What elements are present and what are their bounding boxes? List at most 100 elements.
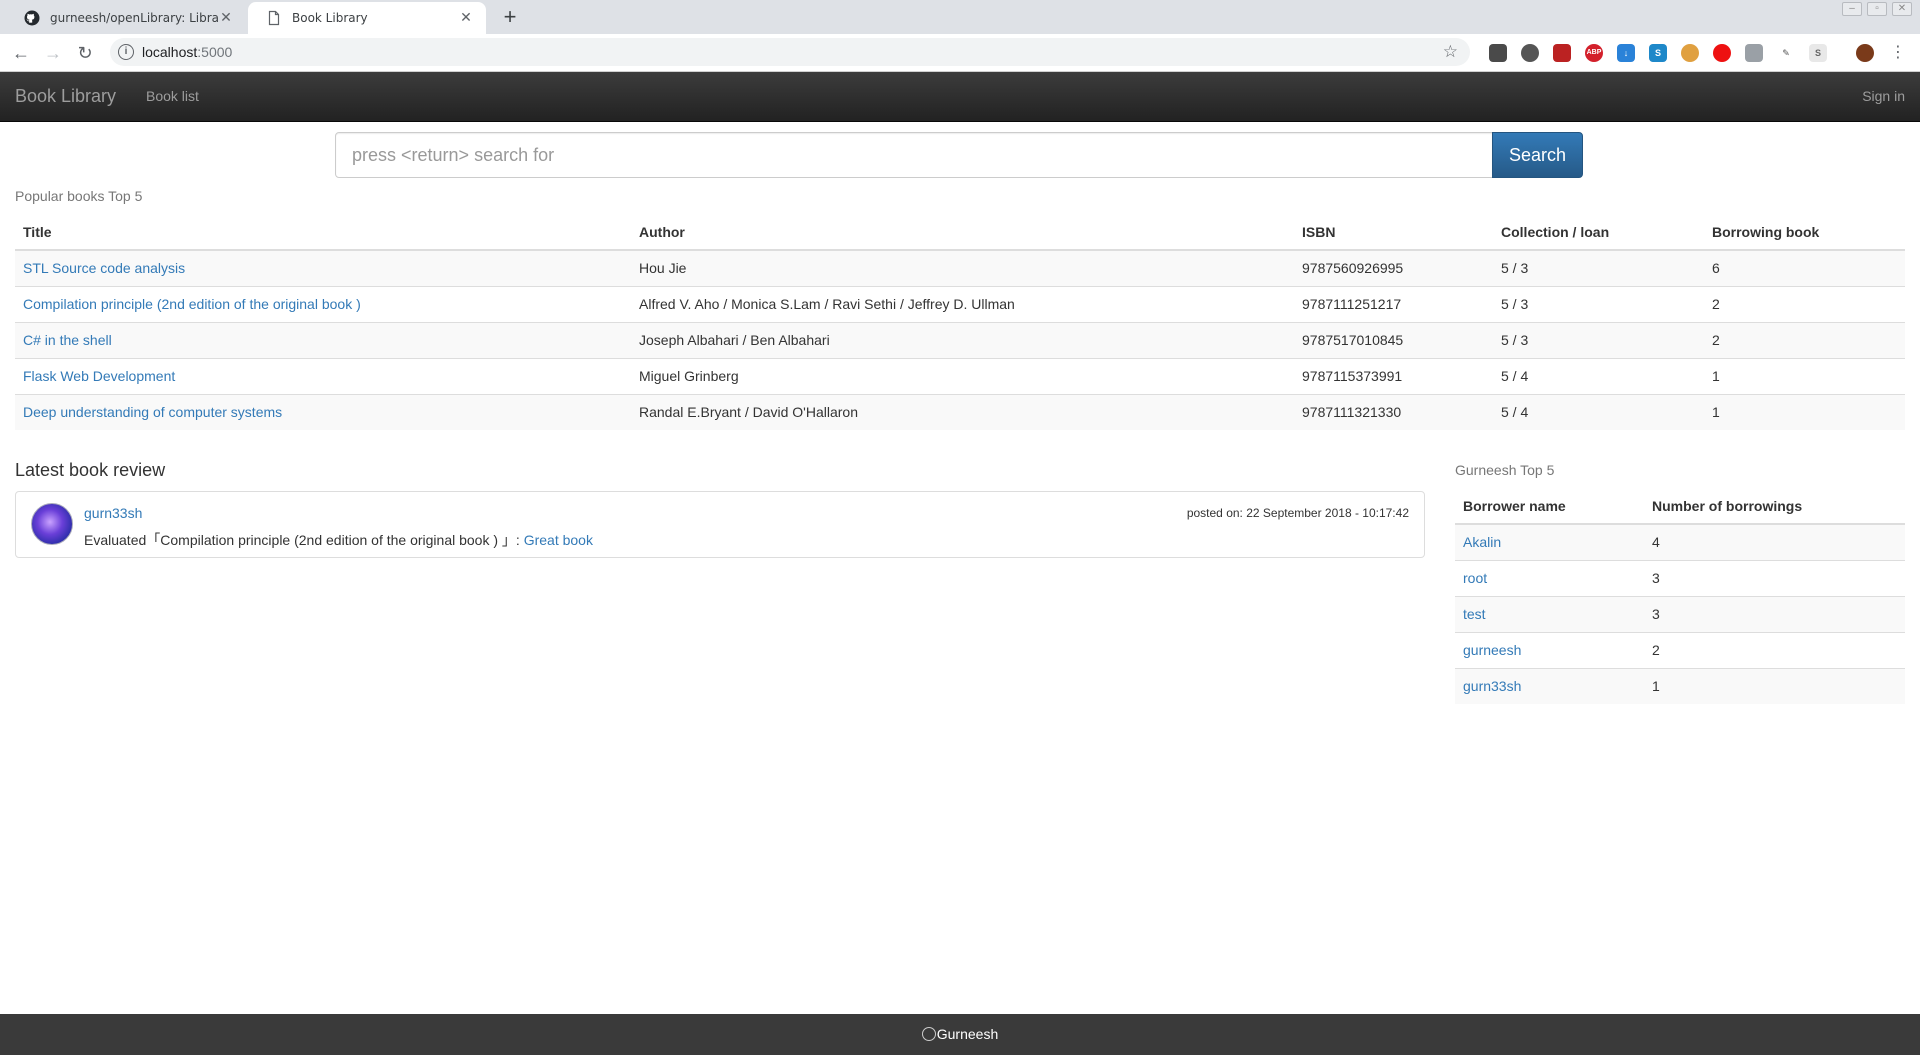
extension-pen-icon[interactable]: ✎ (1777, 44, 1795, 62)
book-author: Miguel Grinberg (631, 357, 1294, 394)
book-collection-loan: 5 / 3 (1493, 321, 1704, 358)
github-icon (921, 1027, 936, 1041)
forward-icon[interactable]: → (43, 43, 63, 63)
profile-avatar-icon[interactable] (1856, 44, 1874, 62)
book-borrowing: 6 (1704, 249, 1905, 286)
book-title-link[interactable]: Flask Web Development (23, 368, 175, 384)
review-posted-date: posted on: 22 September 2018 - 10:17:42 (1186, 506, 1409, 520)
book-collection-loan: 5 / 3 (1493, 285, 1704, 322)
borrower-count: 1 (1644, 667, 1905, 704)
extension-grey-icon[interactable] (1745, 44, 1763, 62)
borrowers-caption: Gurneesh Top 5 (1455, 462, 1555, 478)
maximize-icon[interactable]: ▫ (1867, 2, 1887, 16)
new-tab-button[interactable]: + (500, 6, 520, 28)
borrower-count: 4 (1644, 523, 1905, 560)
browser-tabstrip: gurneesh/openLibrary: Library m ✕ Book L… (0, 0, 1920, 34)
back-icon[interactable]: ← (11, 43, 31, 63)
borrower-name-link[interactable]: Akalin (1463, 534, 1501, 550)
page-icon (268, 10, 280, 26)
book-title-link[interactable]: STL Source code analysis (23, 260, 185, 276)
app-navbar: Book Library Book list Sign in (0, 72, 1920, 122)
borrower-name-link[interactable]: root (1463, 570, 1487, 586)
book-title-link[interactable]: Compilation principle (2nd edition of th… (23, 296, 361, 312)
table-row: Deep understanding of computer systems R… (15, 393, 1905, 430)
book-isbn: 9787115373991 (1294, 357, 1493, 394)
bookmark-star-icon[interactable]: ☆ (1443, 42, 1458, 62)
window-close-icon[interactable]: ✕ (1892, 2, 1912, 16)
url-host: localhost (142, 44, 198, 60)
book-collection-loan: 5 / 3 (1493, 249, 1704, 286)
col-collection-loan: Collection / loan (1493, 214, 1704, 251)
book-borrowing: 1 (1704, 357, 1905, 394)
table-row: Compilation principle (2nd edition of th… (15, 285, 1905, 322)
sign-in-link[interactable]: Sign in (1862, 88, 1905, 104)
book-title-link[interactable]: C# in the shell (23, 332, 112, 348)
review-text-prefix: Evaluated「Compilation principle (2nd edi… (84, 532, 520, 548)
book-isbn: 9787517010845 (1294, 321, 1493, 358)
table-row: Akalin 4 (1455, 523, 1905, 560)
col-title: Title (15, 214, 631, 251)
col-isbn: ISBN (1294, 214, 1493, 251)
minimize-icon[interactable]: – (1842, 2, 1862, 16)
extension-cookie-icon[interactable] (1681, 44, 1699, 62)
extension-shield-icon[interactable] (1489, 44, 1507, 62)
extension-s2-icon[interactable]: S (1809, 44, 1827, 62)
book-collection-loan: 5 / 4 (1493, 357, 1704, 394)
extension-s-icon[interactable]: S (1649, 44, 1667, 62)
table-row: gurneesh 2 (1455, 631, 1905, 668)
review-panel: gurn33sh posted on: 22 September 2018 - … (15, 491, 1425, 558)
book-isbn: 9787560926995 (1294, 249, 1493, 286)
browser-tab-book-library[interactable]: Book Library ✕ (248, 2, 486, 34)
book-collection-loan: 5 / 4 (1493, 393, 1704, 430)
table-row: Flask Web Development Miguel Grinberg 97… (15, 357, 1905, 394)
book-isbn: 9787111321330 (1294, 393, 1493, 430)
menu-kebab-icon[interactable]: ⋮ (1888, 43, 1908, 63)
borrower-name-link[interactable]: gurn33sh (1463, 678, 1521, 694)
book-isbn: 9787111251217 (1294, 285, 1493, 322)
review-comment-link[interactable]: Great book (524, 532, 593, 548)
url-port: :5000 (197, 44, 233, 60)
info-icon[interactable]: i (118, 44, 134, 60)
footer: Gurneesh (0, 1014, 1920, 1055)
search-input[interactable] (335, 132, 1493, 178)
book-author: Alfred V. Aho / Monica S.Lam / Ravi Seth… (631, 285, 1294, 322)
footer-github-link[interactable]: Gurneesh (937, 1026, 998, 1042)
nav-book-list[interactable]: Book list (146, 88, 199, 104)
extension-lightbulb-icon[interactable] (1521, 44, 1539, 62)
borrower-count: 3 (1644, 559, 1905, 596)
adblock-plus-icon[interactable]: ABP (1585, 44, 1603, 62)
book-title-link[interactable]: Deep understanding of computer systems (23, 404, 282, 420)
borrower-name-link[interactable]: test (1463, 606, 1486, 622)
table-row: STL Source code analysis Hou Jie 9787560… (15, 249, 1905, 286)
close-icon[interactable]: ✕ (218, 10, 234, 26)
close-icon[interactable]: ✕ (458, 10, 474, 26)
search-button[interactable]: Search (1492, 132, 1583, 178)
github-icon (24, 10, 40, 26)
review-text: Evaluated「Compilation principle (2nd edi… (84, 530, 593, 550)
extension-hat-icon[interactable] (1553, 44, 1571, 62)
book-author: Randal E.Bryant / David O'Hallaron (631, 393, 1294, 430)
brand-link[interactable]: Book Library (15, 86, 116, 107)
book-borrowing: 1 (1704, 393, 1905, 430)
avatar[interactable] (31, 503, 73, 545)
reload-icon[interactable]: ↻ (75, 43, 95, 63)
browser-tab-github[interactable]: gurneesh/openLibrary: Library m ✕ (6, 2, 246, 34)
book-borrowing: 2 (1704, 285, 1905, 322)
table-row: root 3 (1455, 559, 1905, 596)
col-number-of-borrowings: Number of borrowings (1644, 488, 1905, 525)
extension-red-icon[interactable] (1713, 44, 1731, 62)
popular-books-table: Title Author ISBN Collection / loan Borr… (15, 214, 1905, 430)
borrower-name-link[interactable]: gurneesh (1463, 642, 1521, 658)
address-bar[interactable]: i localhost:5000 ☆ (110, 38, 1470, 66)
url-text[interactable]: localhost:5000 (142, 44, 232, 60)
review-user-link[interactable]: gurn33sh (84, 505, 142, 521)
table-row: test 3 (1455, 595, 1905, 632)
book-borrowing: 2 (1704, 321, 1905, 358)
table-row: C# in the shell Joseph Albahari / Ben Al… (15, 321, 1905, 358)
col-borrowing: Borrowing book (1704, 214, 1905, 251)
extension-download-icon[interactable]: ↓ (1617, 44, 1635, 62)
borrower-count: 2 (1644, 631, 1905, 668)
table-row: gurn33sh 1 (1455, 667, 1905, 704)
book-author: Joseph Albahari / Ben Albahari (631, 321, 1294, 358)
book-author: Hou Jie (631, 249, 1294, 286)
